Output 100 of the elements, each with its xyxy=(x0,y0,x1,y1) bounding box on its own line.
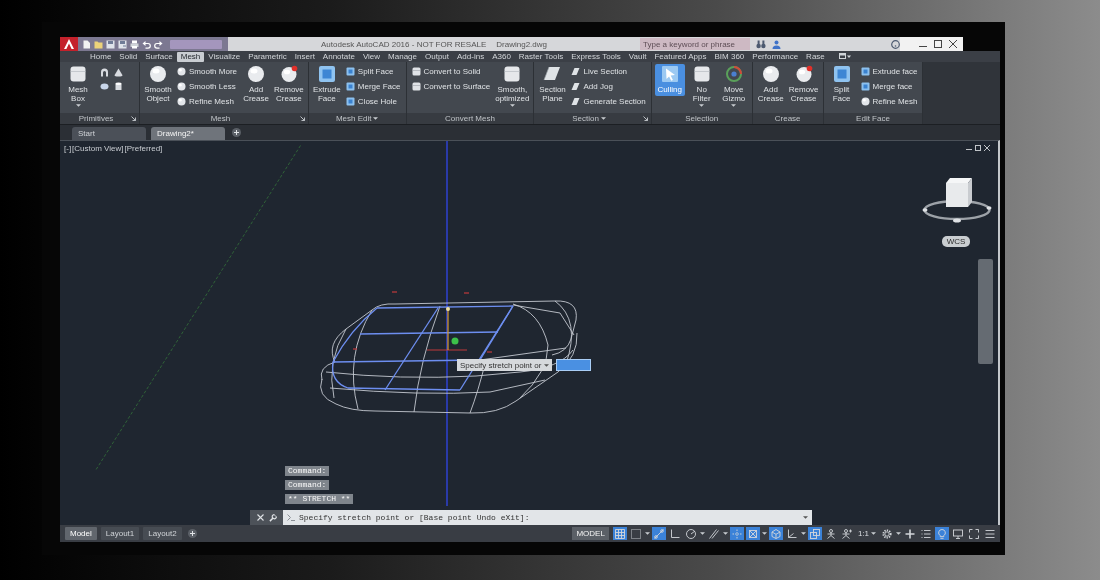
ribbon-button[interactable]: Merge Face xyxy=(343,80,403,93)
coordinate-input-field[interactable] xyxy=(556,359,592,371)
viewport-control[interactable]: [Custom View] xyxy=(72,144,124,153)
ribbon-button[interactable]: Split Face xyxy=(343,65,403,78)
ribbon-button[interactable]: Extrude face xyxy=(858,65,920,78)
ribbon-tab[interactable]: Mesh xyxy=(176,51,205,62)
user-icon[interactable] xyxy=(772,39,781,49)
new-file-icon[interactable] xyxy=(82,39,91,49)
cylinder-icon[interactable] xyxy=(114,82,123,91)
viewcube-icon[interactable] xyxy=(922,177,992,223)
ribbon-tab[interactable]: Manage xyxy=(384,51,421,62)
caret-icon[interactable] xyxy=(800,532,806,535)
ribbon-tab[interactable]: Rase xyxy=(802,51,829,62)
wrench-icon[interactable] xyxy=(268,513,277,522)
status-toggle[interactable] xyxy=(935,527,949,540)
circle-dot-icon[interactable] xyxy=(891,39,900,49)
window-caret-icon[interactable] xyxy=(838,53,851,60)
viewport-control[interactable]: [Preferred] xyxy=(124,144,163,153)
status-toggle[interactable] xyxy=(807,527,822,540)
coordinate-system-button[interactable]: WCS xyxy=(942,236,970,247)
ribbon-button[interactable]: Remove Crease xyxy=(273,64,305,105)
ribbon-tab[interactable]: Solid xyxy=(115,51,142,62)
maximize-icon[interactable] xyxy=(934,40,942,48)
ribbon-button[interactable]: Remove Crease xyxy=(787,64,820,105)
status-toggle[interactable] xyxy=(683,527,698,540)
ribbon-tab[interactable]: A360 xyxy=(488,51,515,62)
status-toggle[interactable] xyxy=(919,527,933,540)
caret-icon[interactable] xyxy=(731,104,737,107)
caret-icon[interactable] xyxy=(75,104,81,107)
status-toggle[interactable] xyxy=(880,527,894,540)
ribbon-tab[interactable]: Insert xyxy=(290,51,319,62)
ribbon-button[interactable]: Smooth Less xyxy=(175,80,240,93)
ribbon-button[interactable]: Merge face xyxy=(858,80,920,93)
annotation-scale-button[interactable]: 1:1 xyxy=(855,527,878,540)
status-toggle[interactable] xyxy=(903,527,917,540)
ribbon-tab[interactable]: Parametric xyxy=(244,51,291,62)
ribbon-tab[interactable]: Add-ins xyxy=(453,51,489,62)
folder-icon[interactable] xyxy=(94,39,103,49)
status-toggle[interactable] xyxy=(729,527,744,540)
ribbon-tab[interactable]: Surface xyxy=(141,51,177,62)
launcher-arrow-icon[interactable] xyxy=(299,116,305,121)
arch-icon[interactable] xyxy=(100,68,109,77)
ribbon-tab[interactable]: Output xyxy=(421,51,454,62)
ribbon-button[interactable]: Generate Section xyxy=(569,95,648,108)
caret-icon[interactable] xyxy=(699,104,705,107)
layout-tab[interactable]: Layout1 xyxy=(100,527,140,540)
printer-icon[interactable] xyxy=(130,39,139,49)
caret-icon[interactable] xyxy=(600,117,606,120)
file-tab[interactable]: Start xyxy=(72,127,146,140)
status-toggle[interactable] xyxy=(651,527,666,540)
caret-icon[interactable] xyxy=(644,532,650,535)
command-input-field[interactable]: Specify stretch point or [Base point Undo eXit]: xyxy=(283,510,812,525)
ribbon-tab[interactable]: BIM 360 xyxy=(710,51,749,62)
ribbon-tab[interactable]: Raster Tools xyxy=(514,51,568,62)
status-toggle[interactable] xyxy=(706,527,721,540)
caret-icon[interactable] xyxy=(761,532,767,535)
ribbon-button[interactable]: Smooth More xyxy=(175,65,240,78)
ribbon-button[interactable]: Convert to Solid xyxy=(409,65,493,78)
caret-icon[interactable] xyxy=(722,532,728,535)
file-tab[interactable]: Drawing2* xyxy=(151,127,225,140)
status-toggle[interactable] xyxy=(839,527,854,540)
ribbon-button[interactable]: Close Hole xyxy=(343,95,403,108)
ribbon-tab[interactable]: Vault xyxy=(624,51,651,62)
viewport-control[interactable]: [-] xyxy=(64,144,72,153)
ribbon-button[interactable]: Section Plane xyxy=(537,64,568,105)
status-toggle[interactable] xyxy=(983,527,997,540)
ribbon-button[interactable]: Refine Mesh xyxy=(175,95,240,108)
ribbon-tab[interactable]: Visualize xyxy=(204,51,245,62)
ribbon-button[interactable]: Move Gizmo xyxy=(718,64,749,108)
ribbon-button[interactable]: Add Crease xyxy=(755,64,786,105)
caret-icon[interactable] xyxy=(699,532,705,535)
launcher-arrow-icon[interactable] xyxy=(131,116,136,121)
layout-tab[interactable]: Layout2 xyxy=(143,527,182,540)
ribbon-tab[interactable]: Annotate xyxy=(318,51,359,62)
ribbon-button[interactable]: Refine Mesh xyxy=(858,95,920,108)
ribbon-button[interactable]: Add Crease xyxy=(241,64,272,105)
ellipsoid-icon[interactable] xyxy=(100,82,109,91)
ribbon-tab[interactable]: View xyxy=(358,51,385,62)
plus-icon[interactable] xyxy=(232,128,241,137)
status-toggle[interactable] xyxy=(612,527,627,540)
ribbon-tab[interactable]: Express Tools xyxy=(567,51,625,62)
caret-icon[interactable] xyxy=(896,532,901,535)
ribbon-button[interactable]: Live Section xyxy=(569,65,648,78)
status-toggle[interactable] xyxy=(768,527,783,540)
caret-icon[interactable] xyxy=(509,104,515,107)
caret-icon[interactable] xyxy=(544,363,550,367)
ribbon-tab[interactable]: Home xyxy=(86,51,116,62)
ribbon-button[interactable]: Split Face xyxy=(826,64,857,105)
ribbon-button[interactable]: Mesh Box xyxy=(63,64,93,108)
redo-icon[interactable] xyxy=(154,39,163,49)
launcher-arrow-icon[interactable] xyxy=(642,116,648,121)
layout-tab[interactable]: Model xyxy=(65,527,97,540)
cone-icon[interactable] xyxy=(114,68,123,77)
status-toggle[interactable] xyxy=(951,527,965,540)
ribbon-button[interactable]: Add Jog xyxy=(569,80,648,93)
plus-icon[interactable] xyxy=(187,529,197,538)
search-field[interactable]: Type a keyword or phrase xyxy=(640,38,750,50)
model-space-button[interactable]: MODEL xyxy=(572,527,609,540)
caret-icon[interactable] xyxy=(373,117,379,120)
status-toggle[interactable] xyxy=(745,527,760,540)
